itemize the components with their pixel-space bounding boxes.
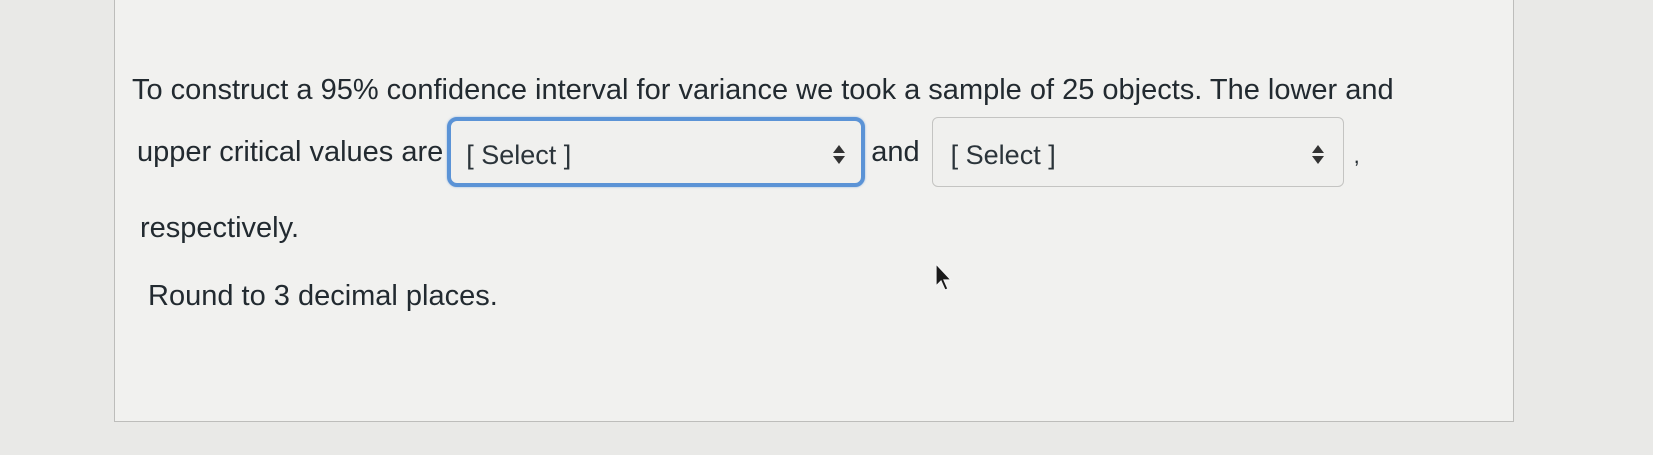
upper-critical-value-select[interactable]: [ Select ]	[931, 117, 1344, 187]
connector-text: and	[871, 135, 920, 168]
question-text-line1: To construct a 95% confidence interval f…	[132, 74, 1394, 106]
select-label: [ Select ]	[950, 140, 1056, 170]
trailing-comma: ,	[1353, 143, 1360, 168]
question-line2: upper critical values are [ Select ] and…	[137, 112, 1360, 192]
question-card	[114, 0, 1514, 422]
chevron-up-down-icon	[1311, 140, 1325, 168]
rounding-instruction: Round to 3 decimal places.	[148, 280, 498, 312]
respectively-text: respectively.	[140, 212, 300, 244]
lower-critical-value-select[interactable]: [ Select ]	[447, 117, 866, 187]
question-text-prefix: upper critical values are	[137, 135, 444, 168]
chevron-up-down-icon	[832, 140, 846, 168]
mouse-pointer-icon	[935, 262, 953, 291]
select-label: [ Select ]	[466, 140, 572, 170]
